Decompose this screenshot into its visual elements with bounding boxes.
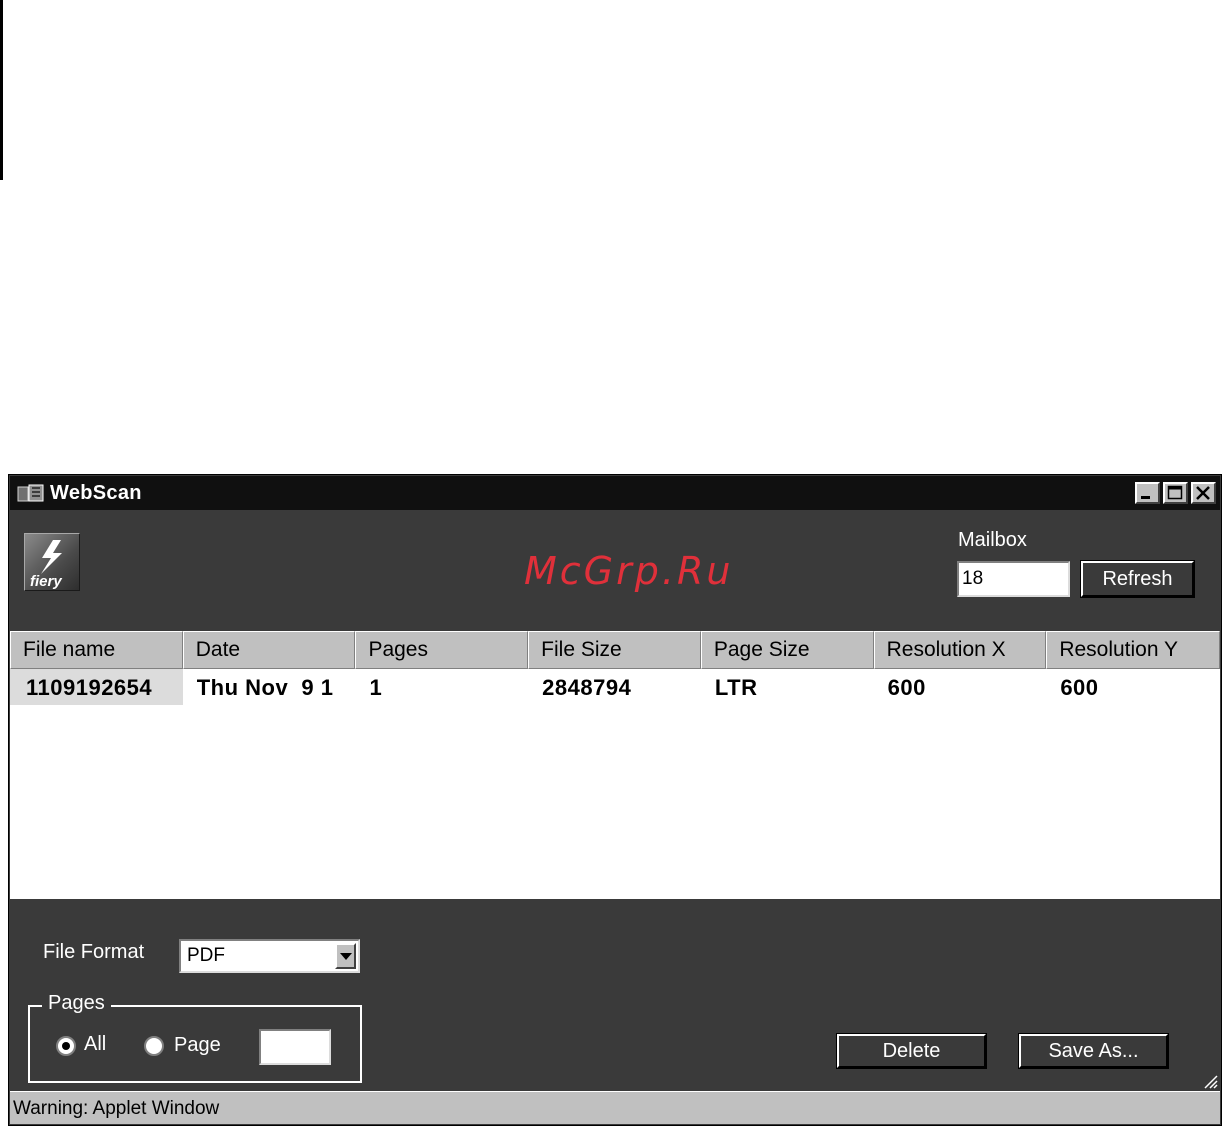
logo-text: fiery <box>30 573 62 590</box>
radio-page[interactable] <box>144 1036 164 1056</box>
minimize-button[interactable] <box>1135 482 1160 504</box>
title-bar[interactable]: WebScan <box>10 476 1220 510</box>
page-edge-line <box>0 0 3 180</box>
cell-resolution-x[interactable]: 600 <box>874 669 1047 705</box>
scan-file-table: File name Date Pages File Size Page Size… <box>10 631 1221 899</box>
window-title: WebScan <box>50 481 142 504</box>
chevron-down-icon[interactable] <box>335 943 356 969</box>
file-format-label: File Format <box>43 941 145 963</box>
table-row[interactable]: 1109192654 Thu Nov 9 1 1 2848794 LTR 600… <box>10 669 1220 705</box>
pages-groupbox: Pages All Page <box>28 992 362 1083</box>
cell-page-size[interactable]: LTR <box>701 669 874 705</box>
delete-button[interactable]: Delete <box>836 1033 987 1069</box>
cell-pages[interactable]: 1 <box>355 669 528 705</box>
maximize-icon <box>1167 485 1183 500</box>
column-header-page-size[interactable]: Page Size <box>700 631 874 669</box>
mailbox-label: Mailbox <box>958 529 1027 551</box>
column-header-file-name[interactable]: File name <box>10 631 183 669</box>
status-bar: Warning: Applet Window <box>10 1091 1220 1124</box>
cell-file-name[interactable]: 1109192654 <box>10 669 183 705</box>
cell-date[interactable]: Thu Nov 9 1 <box>183 669 356 705</box>
header-panel: fiery McGrp.Ru Mailbox 18 Refresh <box>10 510 1220 631</box>
cell-file-size[interactable]: 2848794 <box>528 669 701 705</box>
close-button[interactable] <box>1191 482 1216 504</box>
watermark-text: McGrp.Ru <box>524 549 734 593</box>
file-format-value: PDF <box>187 945 225 966</box>
webscan-window: WebScan fiery McGrp.Ru Mailbox 18 Refres… <box>8 474 1222 1126</box>
window-controls <box>1135 482 1216 504</box>
column-header-pages[interactable]: Pages <box>355 631 529 669</box>
file-format-select[interactable]: PDF <box>179 939 360 973</box>
column-header-resolution-x[interactable]: Resolution X <box>873 631 1047 669</box>
column-header-file-size[interactable]: File Size <box>528 631 701 669</box>
options-panel: File Format PDF Pages All Page Delete Sa… <box>10 899 1220 1091</box>
radio-all-label[interactable]: All <box>84 1033 106 1056</box>
mailbox-input[interactable]: 18 <box>957 561 1070 597</box>
column-header-date[interactable]: Date <box>182 631 356 669</box>
page-number-input[interactable] <box>259 1029 331 1065</box>
column-header-resolution-y[interactable]: Resolution Y <box>1046 631 1221 669</box>
minimize-icon <box>1141 496 1150 499</box>
fiery-logo: fiery <box>24 533 80 591</box>
save-as-button[interactable]: Save As... <box>1018 1033 1169 1069</box>
cell-resolution-y[interactable]: 600 <box>1046 669 1220 705</box>
close-icon <box>1196 486 1210 500</box>
refresh-button[interactable]: Refresh <box>1080 560 1195 598</box>
pages-group-label: Pages <box>42 992 111 1015</box>
maximize-button[interactable] <box>1163 482 1188 504</box>
radio-all[interactable] <box>56 1036 76 1056</box>
radio-page-label[interactable]: Page <box>174 1034 221 1057</box>
resize-grip-icon[interactable] <box>1200 1071 1218 1089</box>
app-icon <box>16 482 46 504</box>
table-header-row: File name Date Pages File Size Page Size… <box>10 631 1221 669</box>
